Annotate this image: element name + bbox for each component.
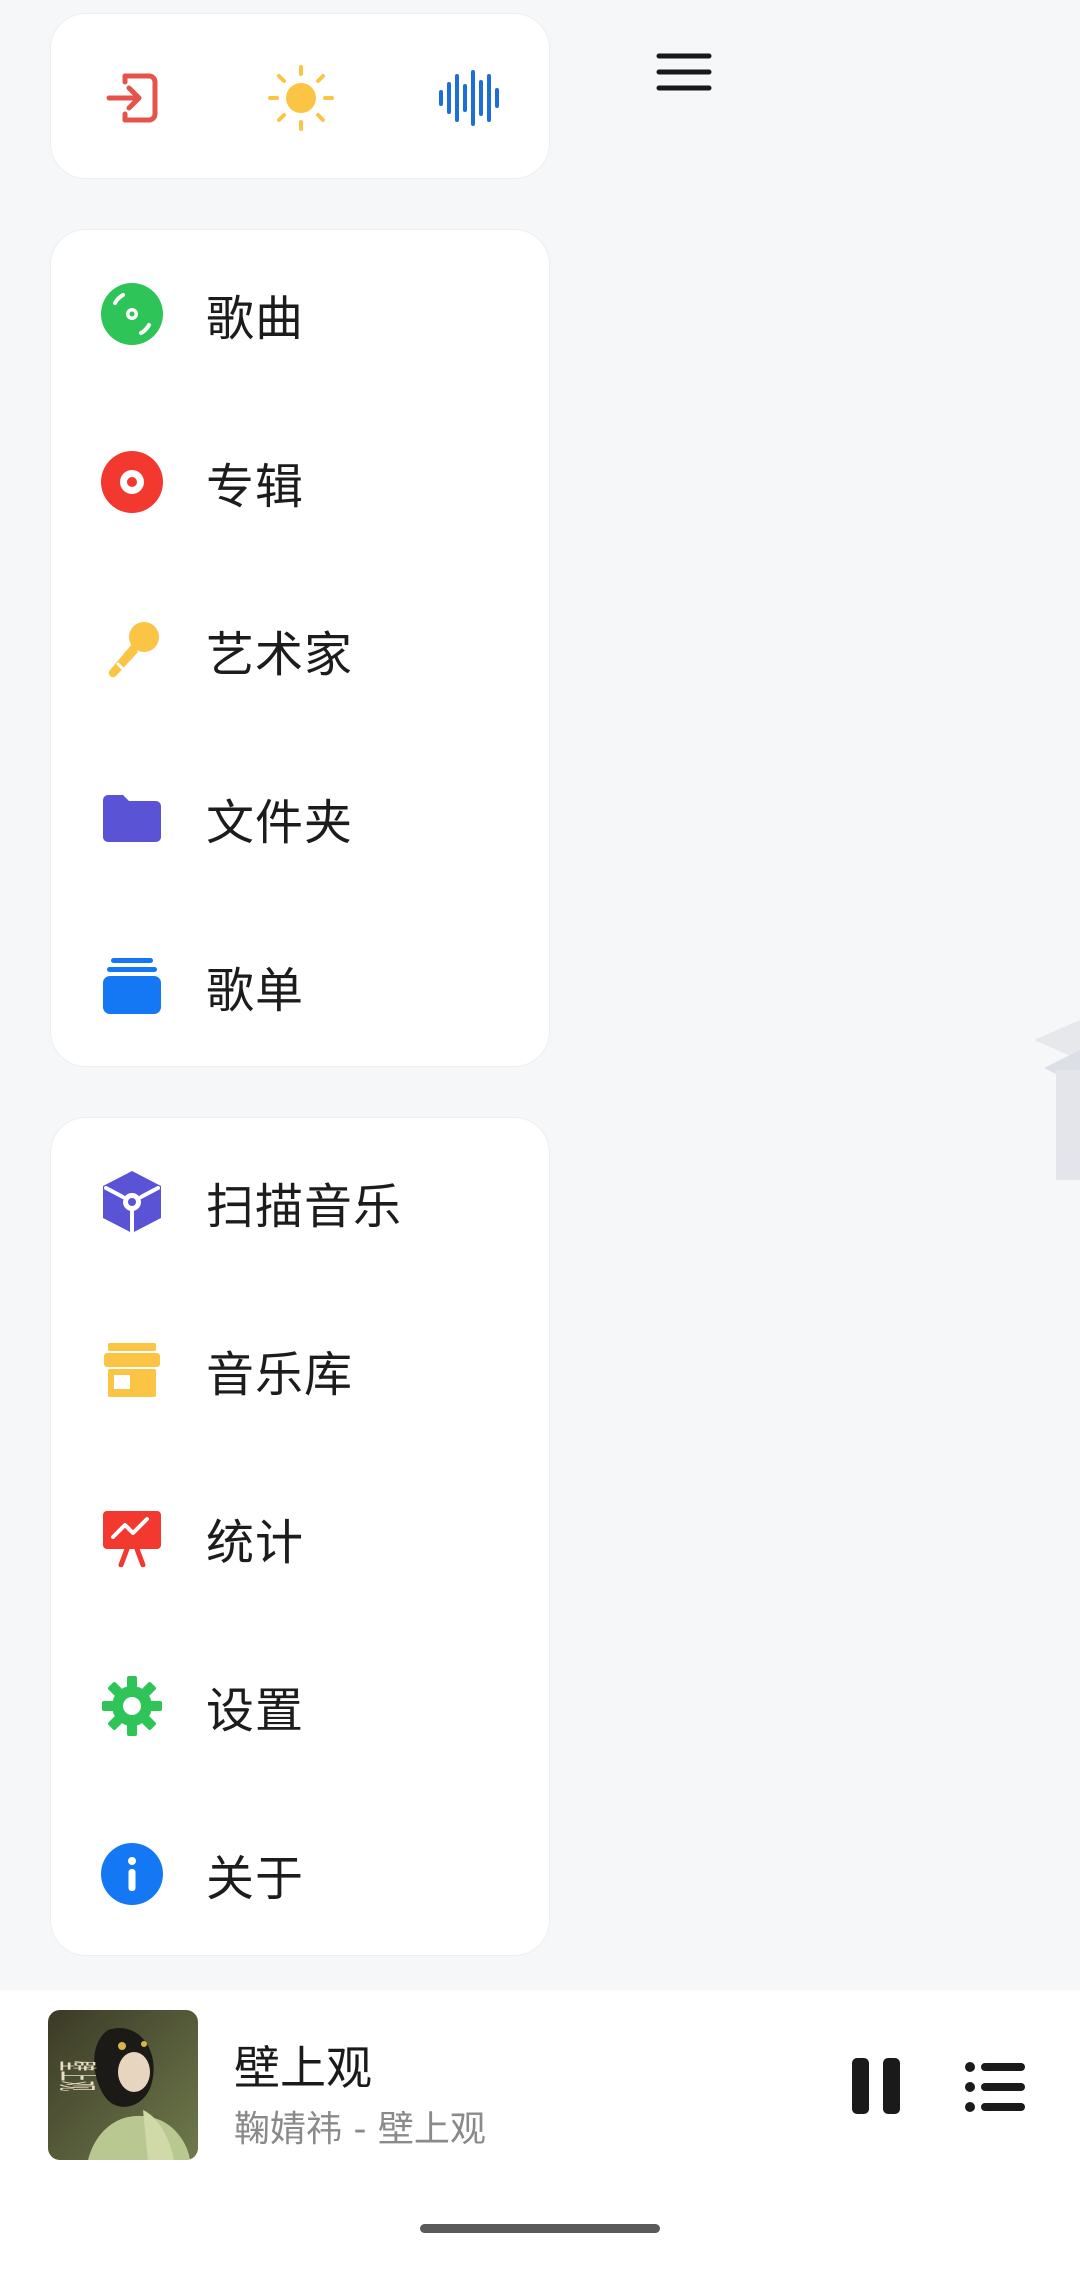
- nav-item-label: 歌单: [206, 963, 305, 1019]
- home-indicator[interactable]: [420, 2224, 660, 2233]
- album-cover[interactable]: 壁上观: [48, 2010, 198, 2160]
- hamburger-menu-icon[interactable]: [650, 44, 718, 100]
- nav-item-label: 扫描音乐: [206, 1179, 403, 1235]
- quick-actions-card: [50, 13, 550, 179]
- nav-item-scan-music[interactable]: 扫描音乐: [51, 1118, 549, 1286]
- nav-item-artists[interactable]: 艺术家: [51, 566, 549, 734]
- nav-item-label: 音乐库: [206, 1347, 354, 1403]
- nav-item-label: 统计: [206, 1515, 305, 1571]
- nav-item-folders[interactable]: 文件夹: [51, 734, 549, 902]
- nav-item-label: 专辑: [206, 459, 305, 515]
- store-icon: [99, 1337, 165, 1403]
- nav-item-music-library[interactable]: 音乐库: [51, 1286, 549, 1454]
- microphone-icon: [99, 617, 165, 683]
- soundwave-icon[interactable]: [435, 64, 503, 132]
- info-icon: [99, 1841, 165, 1907]
- nav-item-label: 艺术家: [206, 627, 354, 683]
- pause-icon-bar: [852, 2058, 869, 2114]
- background-decoration: [1034, 1010, 1080, 1184]
- nav-item-label: 歌曲: [206, 291, 305, 347]
- app-screen: 歌曲 专辑 艺术家 文件夹 歌单 扫描音乐 音乐库 统计 设置 关于 壁上观 鞠…: [0, 0, 1080, 2269]
- song-artist-album: 鞠婧祎 - 壁上观: [234, 2109, 486, 2150]
- tools-menu-card: 扫描音乐 音乐库 统计 设置 关于: [50, 1117, 550, 1956]
- queue-list-icon[interactable]: [965, 2062, 1025, 2112]
- nav-item-playlists[interactable]: 歌单: [51, 902, 549, 1070]
- exit-icon[interactable]: [99, 64, 167, 132]
- cover-calligraphy: 壁上观: [53, 2061, 99, 2091]
- nav-item-label: 文件夹: [206, 795, 354, 851]
- nav-item-albums[interactable]: 专辑: [51, 398, 549, 566]
- song-title: 壁上观: [234, 2041, 372, 2095]
- nav-item-label: 关于: [206, 1851, 305, 1907]
- library-menu-card: 歌曲 专辑 艺术家 文件夹 歌单: [50, 229, 550, 1067]
- nav-item-statistics[interactable]: 统计: [51, 1454, 549, 1622]
- brightness-icon[interactable]: [267, 64, 335, 132]
- nav-item-songs[interactable]: 歌曲: [51, 230, 549, 398]
- album-record-icon: [99, 449, 165, 515]
- vinyl-disc-icon: [99, 281, 165, 347]
- pause-button[interactable]: [852, 2058, 900, 2114]
- gear-icon: [99, 1673, 165, 1739]
- folder-icon: [99, 785, 165, 851]
- presentation-chart-icon: [99, 1505, 165, 1571]
- nav-item-about[interactable]: 关于: [51, 1790, 549, 1958]
- nav-item-label: 设置: [206, 1683, 305, 1739]
- scan-cube-icon: [99, 1169, 165, 1235]
- pause-icon-bar: [883, 2058, 900, 2114]
- playlist-stack-icon: [99, 953, 165, 1019]
- nav-item-settings[interactable]: 设置: [51, 1622, 549, 1790]
